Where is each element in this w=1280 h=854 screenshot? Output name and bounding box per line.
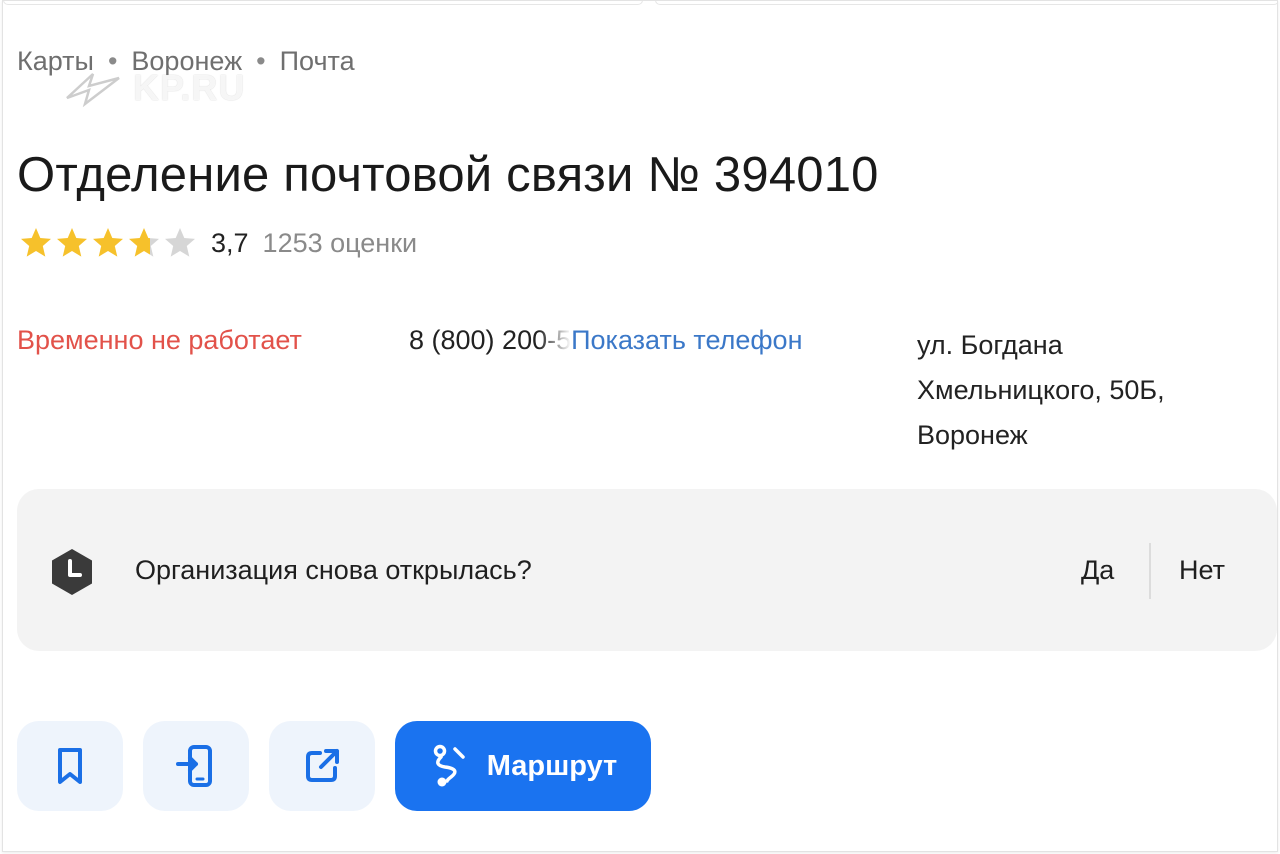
show-phone-link[interactable]: Показать телефон bbox=[571, 325, 802, 356]
breadcrumb-item-category[interactable]: Почта bbox=[280, 46, 355, 77]
bookmark-icon bbox=[58, 748, 82, 784]
share-icon bbox=[306, 749, 339, 782]
star-icon bbox=[93, 228, 123, 257]
breadcrumb-separator: • bbox=[256, 45, 266, 76]
bookmark-button[interactable] bbox=[17, 721, 123, 811]
star-icon bbox=[21, 228, 51, 257]
watermark-text: KP.RU bbox=[133, 67, 246, 108]
address-line: Хмельницкого, 50Б, bbox=[917, 375, 1165, 405]
address-line: ул. Богдана bbox=[917, 330, 1063, 360]
route-icon bbox=[433, 744, 465, 787]
phone-number-partial: 8 (800) 200-5 bbox=[409, 325, 572, 355]
route-button[interactable]: Маршрут bbox=[395, 721, 651, 811]
yes-button[interactable]: Да bbox=[1081, 555, 1114, 586]
rating-value: 3,7 bbox=[211, 227, 249, 258]
rating[interactable]: 3,7 1253 оценки bbox=[19, 225, 417, 261]
send-to-phone-icon bbox=[176, 745, 212, 787]
star-icon bbox=[57, 228, 87, 257]
top-edge bbox=[3, 1, 643, 5]
phone: 8 (800) 200-5 Показать телефон bbox=[409, 325, 802, 356]
action-bar: Маршрут bbox=[17, 721, 651, 813]
no-button[interactable]: Нет bbox=[1179, 555, 1225, 586]
watermark-logo-icon bbox=[66, 73, 120, 108]
rating-count[interactable]: 1253 оценки bbox=[263, 228, 418, 259]
star-icon bbox=[165, 228, 195, 257]
page-title: Отделение почтовой связи № 394010 bbox=[17, 148, 879, 202]
top-edge bbox=[655, 1, 1277, 5]
address-line: Воронеж bbox=[917, 420, 1028, 450]
clock-icon bbox=[52, 549, 92, 595]
status-text: Временно не работает bbox=[17, 325, 302, 355]
watermark: KP.RU bbox=[63, 67, 245, 109]
star-icon bbox=[129, 228, 159, 257]
share-button[interactable] bbox=[269, 721, 375, 811]
rating-stars bbox=[19, 226, 197, 260]
place-card: Карты • Воронеж • Почта KP.RU Отделение … bbox=[2, 0, 1278, 852]
question-text: Организация снова открылась? bbox=[135, 555, 532, 585]
reopened-question-card: Организация снова открылась? Да Нет bbox=[17, 489, 1277, 651]
divider bbox=[1149, 543, 1151, 599]
address: ул. Богдана Хмельницкого, 50Б, Воронеж bbox=[917, 323, 1247, 458]
send-to-phone-button[interactable] bbox=[143, 721, 249, 811]
route-button-label: Маршрут bbox=[486, 749, 618, 782]
